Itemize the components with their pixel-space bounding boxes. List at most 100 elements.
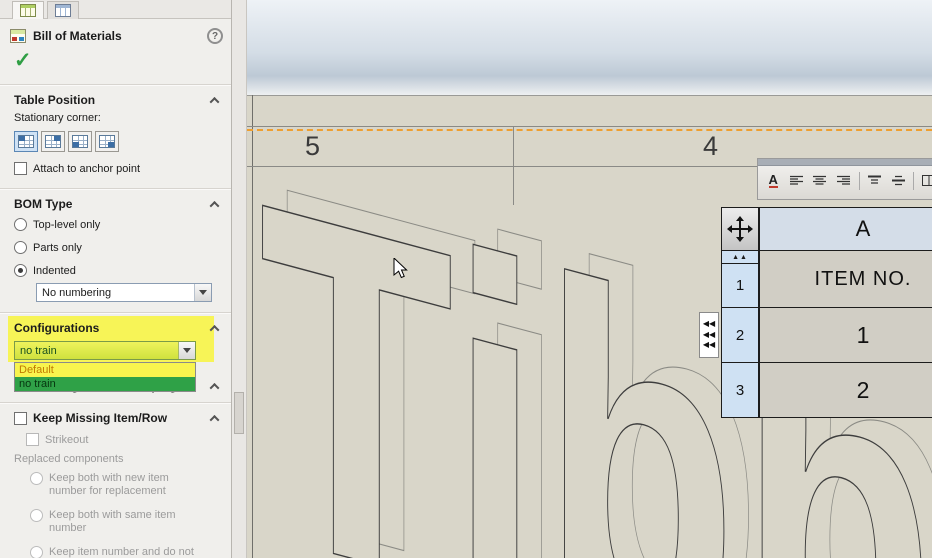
keep-item-number-label: Keep item number and do not — [49, 546, 194, 558]
row-number-2[interactable]: 2 — [721, 307, 759, 363]
columns-tab-icon — [55, 4, 71, 17]
help-icon[interactable]: ? — [207, 28, 223, 44]
keep-both-same-number-label: Keep both with same item number — [49, 509, 176, 535]
configurations-value: no train — [20, 344, 57, 357]
configurations-dropdown-button[interactable] — [178, 342, 195, 359]
replaced-components-text: Replaced components — [14, 453, 124, 465]
stationary-corner-label: Stationary corner: — [14, 112, 101, 124]
column-header-a[interactable]: A — [759, 207, 932, 251]
row-number-1[interactable]: 1 — [721, 263, 759, 308]
panel-splitter[interactable] — [232, 0, 247, 558]
sort-asc-icon: ▲▲ — [732, 253, 748, 261]
move-table-handle[interactable] — [721, 207, 759, 251]
align-left-icon[interactable] — [786, 170, 806, 191]
section-divider — [0, 402, 231, 404]
section-divider — [0, 188, 231, 190]
chevron-down-icon — [183, 348, 191, 353]
property-manager-panel: Bill of Materials ? ✓ Table Position Sta… — [0, 0, 232, 558]
collapse-config-grouping-icon[interactable] — [209, 382, 220, 393]
section-bom-type-header: BOM Type — [14, 196, 220, 212]
keep-both-new-number-label: Keep both with new item number for repla… — [49, 472, 169, 498]
table-toolbar: A — [757, 158, 932, 200]
collapse-configurations-icon[interactable] — [209, 324, 220, 335]
collapse-table-position-icon[interactable] — [209, 96, 220, 107]
bill-of-materials-icon — [10, 29, 26, 43]
section-divider — [0, 312, 231, 314]
corner-grid-icon — [72, 135, 88, 148]
radio-top-level-only[interactable] — [14, 218, 27, 231]
tab-display-pane[interactable] — [47, 1, 79, 19]
radio-indented[interactable] — [14, 264, 27, 277]
ok-button[interactable]: ✓ — [14, 48, 32, 73]
option-default[interactable]: Default — [15, 363, 195, 377]
move-arrows-icon — [727, 216, 753, 242]
app-window: Bill of Materials ? ✓ Table Position Sta… — [0, 0, 932, 558]
radio-parts-only[interactable] — [14, 241, 27, 254]
collapse-keep-missing-icon[interactable] — [209, 414, 220, 425]
corner-dot — [54, 136, 60, 141]
corner-grid-icon — [99, 135, 115, 148]
strikeout-row: Strikeout — [26, 433, 88, 446]
corner-dot — [19, 136, 25, 141]
top-level-row: Top-level only — [14, 218, 100, 231]
corner-button-bottom-right[interactable] — [95, 131, 119, 152]
parts-only-row: Parts only — [14, 241, 82, 254]
attach-anchor-label: Attach to anchor point — [33, 162, 141, 175]
format-text-icon[interactable]: A — [763, 170, 783, 191]
configurations-label: Configurations — [14, 321, 100, 335]
top-level-label: Top-level only — [33, 218, 101, 231]
keep-item-number-row: Keep item number and do not — [30, 546, 201, 558]
align-top-icon[interactable] — [865, 170, 885, 191]
configurations-combobox[interactable]: no train — [14, 341, 196, 360]
radio-keep-both-new-number[interactable] — [30, 472, 43, 485]
corner-button-top-left[interactable] — [14, 131, 38, 152]
corner-grid-icon — [45, 135, 61, 148]
parts-only-label: Parts only — [33, 241, 82, 254]
drawing-viewport[interactable]: 5 4 Tibbs Tibbs A A ▲▲ 1 2 3 ITEM NO. 1 … — [247, 0, 932, 558]
row-number-3[interactable]: 3 — [721, 362, 759, 418]
radio-keep-item-number[interactable] — [30, 546, 43, 558]
cell-row-1[interactable]: 1 — [759, 307, 932, 363]
panel-title: Bill of Materials — [33, 29, 122, 43]
zone-label-5: 5 — [305, 131, 321, 161]
attach-anchor-checkbox[interactable] — [14, 162, 27, 175]
section-table-position-header: Table Position — [14, 92, 220, 108]
section-divider — [0, 84, 231, 86]
numbering-dropdown-button[interactable] — [194, 284, 211, 301]
row-resize-handle[interactable]: ◀◀ ◀◀ ◀◀ — [699, 312, 719, 358]
strikeout-checkbox[interactable] — [26, 433, 39, 446]
mouse-cursor — [393, 258, 408, 279]
cell-item-no[interactable]: ITEM NO. — [759, 250, 932, 308]
splitter-handle[interactable] — [234, 392, 244, 434]
align-middle-icon[interactable] — [888, 170, 908, 191]
toolbar-grip[interactable] — [758, 159, 932, 166]
collapse-bom-type-icon[interactable] — [209, 200, 220, 211]
tab-bill-of-materials[interactable] — [12, 1, 44, 19]
section-keep-missing-header: Keep Missing Item/Row — [14, 410, 220, 426]
corner-button-top-right[interactable] — [41, 131, 65, 152]
chevron-down-icon — [199, 290, 207, 295]
numbering-select[interactable]: No numbering — [36, 283, 212, 302]
option-no-train[interactable]: no train — [15, 377, 195, 391]
viewport-gradient — [247, 0, 932, 95]
panel-tab-strip — [0, 0, 231, 19]
row-handle-icon: ◀◀ — [702, 329, 716, 339]
corner-dot — [108, 142, 114, 147]
align-right-icon[interactable] — [833, 170, 853, 191]
cell-row-2[interactable]: 2 — [759, 362, 932, 418]
indented-label: Indented — [33, 264, 76, 277]
indented-row: Indented — [14, 264, 76, 277]
merge-cells-icon[interactable] — [919, 170, 932, 191]
keep-missing-checkbox[interactable] — [14, 411, 27, 425]
corner-grid-icon — [18, 135, 34, 148]
corner-button-bottom-left[interactable] — [68, 131, 92, 152]
table-position-label: Table Position — [14, 93, 96, 107]
toolbar-separator — [913, 171, 915, 190]
keep-both-same-number-row: Keep both with same item number — [30, 509, 201, 535]
active-area-dashed-line — [247, 129, 932, 131]
keep-missing-label: Keep Missing Item/Row — [33, 411, 168, 425]
bom-type-label: BOM Type — [14, 197, 73, 211]
radio-keep-both-same-number[interactable] — [30, 509, 43, 522]
sort-indicator-cell[interactable]: ▲▲ — [721, 250, 759, 264]
align-center-icon[interactable] — [810, 170, 830, 191]
